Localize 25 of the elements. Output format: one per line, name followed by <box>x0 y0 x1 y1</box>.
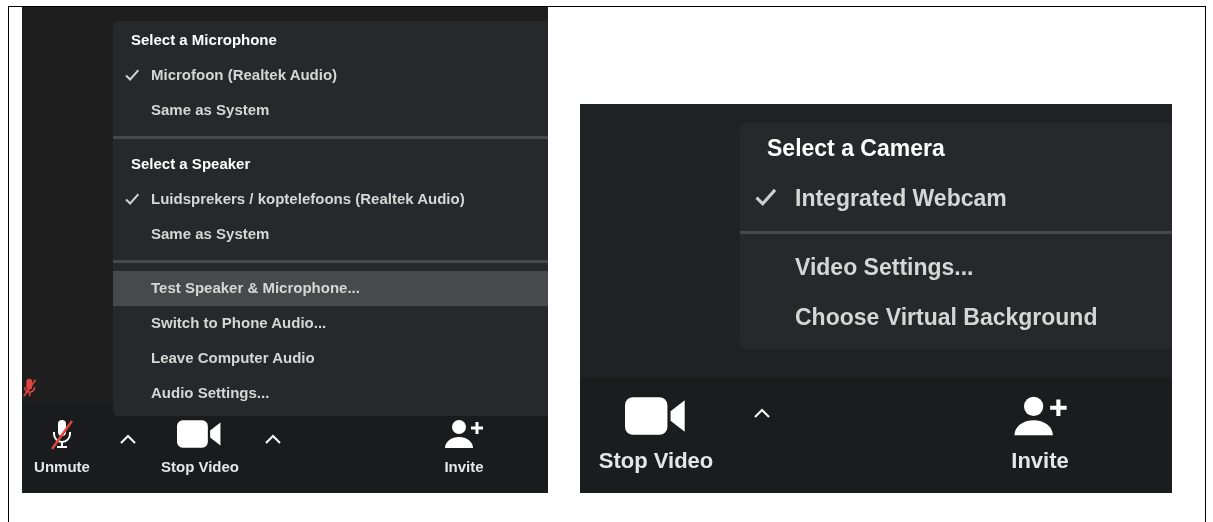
menu-section-heading: Select a Speaker <box>131 154 251 175</box>
caret-icon <box>120 434 136 444</box>
muted-microphone-icon <box>23 378 37 398</box>
menu-item[interactable]: Same as System <box>113 93 548 128</box>
caret-icon <box>265 434 281 444</box>
menu-item[interactable]: Video Settings... <box>740 242 1172 292</box>
toolbar-button[interactable]: Stop Video <box>580 378 732 493</box>
toolbar-button[interactable]: Invite <box>980 378 1100 493</box>
muted-microphone-icon <box>50 418 74 451</box>
menu-item[interactable]: Luidsprekers / koptelefoons (Realtek Audio) <box>113 182 548 217</box>
video-camera-icon <box>624 394 688 438</box>
menu-section-heading: Select a Camera <box>767 133 945 163</box>
caret-icon <box>754 408 770 418</box>
menu-item[interactable]: Integrated Webcam <box>740 173 1172 223</box>
add-person-icon <box>444 418 484 451</box>
menu-item[interactable]: Microfoon (Realtek Audio) <box>113 58 548 93</box>
menu-item[interactable]: Leave Computer Audio <box>113 341 548 376</box>
add-person-icon <box>1012 394 1068 438</box>
menu-item[interactable]: Test Speaker & Microphone... <box>113 271 548 306</box>
toolbar-button[interactable]: Unmute <box>22 404 102 493</box>
menu-item[interactable]: Switch to Phone Audio... <box>113 306 548 341</box>
menu-section-heading: Select a Microphone <box>131 30 277 51</box>
video-camera-icon <box>177 418 223 451</box>
menu-item[interactable]: Same as System <box>113 217 548 252</box>
menu-item[interactable]: Choose Virtual Background <box>740 292 1172 342</box>
